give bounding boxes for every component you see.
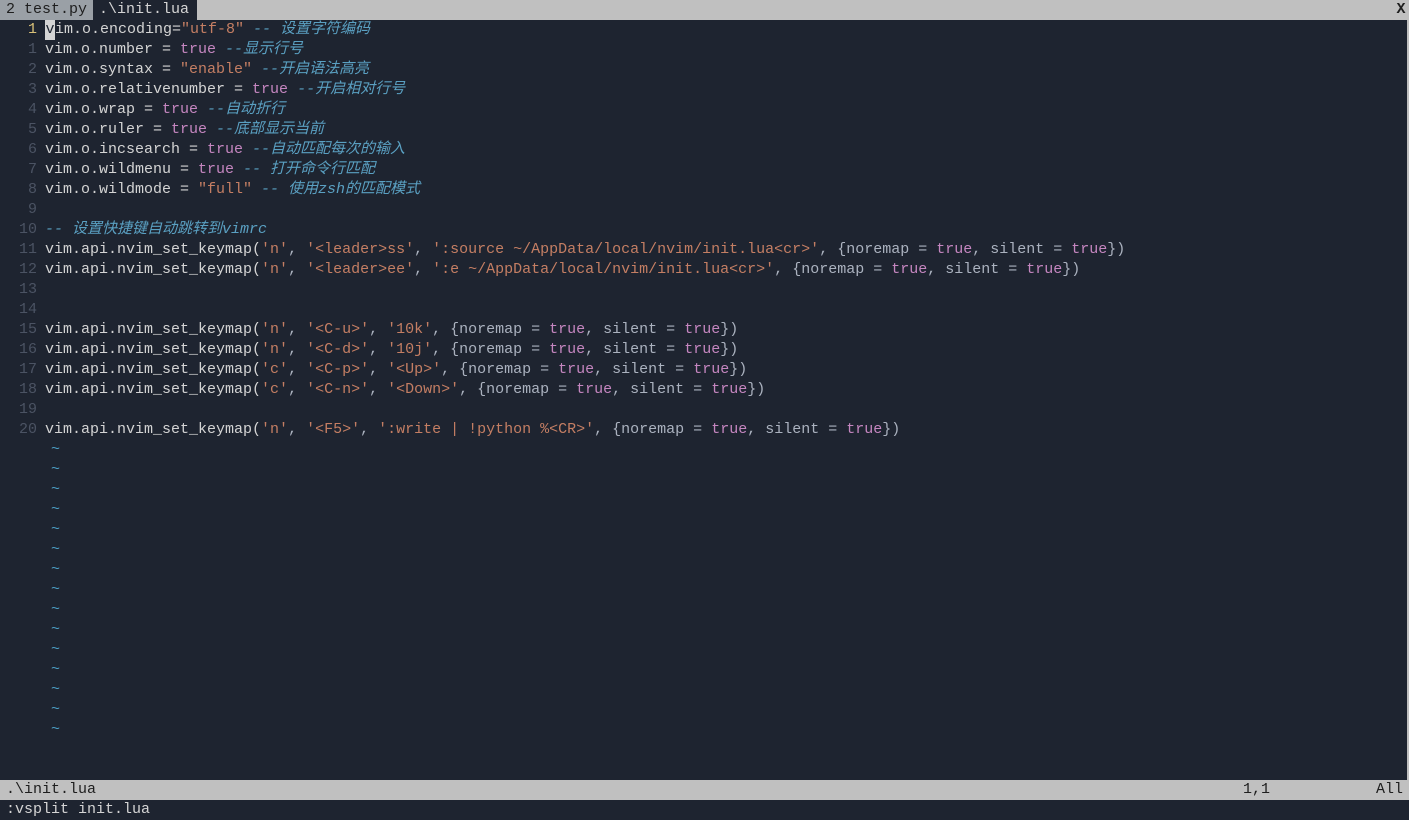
empty-line-tilde: ~ (45, 620, 1407, 640)
code-line[interactable]: vim.api.nvim_set_keymap('n', '<leader>ee… (45, 260, 1407, 280)
close-icon[interactable]: X (1393, 0, 1409, 20)
command-line[interactable]: :vsplit init.lua (0, 800, 1409, 820)
empty-line-tilde: ~ (45, 480, 1407, 500)
line-number: 16 (0, 340, 37, 360)
cursor: v (45, 20, 55, 40)
code-line[interactable]: vim.api.nvim_set_keymap('c', '<C-p>', '<… (45, 360, 1407, 380)
gutter: 1 1234567891011121314151617181920 (0, 20, 45, 780)
line-number: 7 (0, 160, 37, 180)
code-line[interactable]: vim.o.wrap = true --自动折行 (45, 100, 1407, 120)
empty-line-tilde: ~ (45, 560, 1407, 580)
empty-line-tilde: ~ (45, 720, 1407, 740)
status-filename: .\init.lua (6, 780, 1243, 800)
line-number: 12 (0, 260, 37, 280)
line-number: 20 (0, 420, 37, 440)
code-line[interactable]: -- 设置快捷键自动跳转到vimrc (45, 220, 1407, 240)
code-line[interactable]: vim.o.encoding="utf-8" -- 设置字符编码 (45, 20, 1407, 40)
line-number: 8 (0, 180, 37, 200)
code-line[interactable]: vim.o.incsearch = true --自动匹配每次的输入 (45, 140, 1407, 160)
code-line[interactable]: vim.o.relativenumber = true --开启相对行号 (45, 80, 1407, 100)
code-line[interactable] (45, 280, 1407, 300)
empty-line-tilde: ~ (45, 500, 1407, 520)
tab-inactive[interactable]: 2 test.py (0, 0, 93, 20)
empty-line-tilde: ~ (45, 700, 1407, 720)
empty-line-tilde: ~ (45, 440, 1407, 460)
line-number-current: 1 (0, 20, 37, 40)
line-number: 2 (0, 60, 37, 80)
line-number: 6 (0, 140, 37, 160)
code-line[interactable]: vim.o.wildmenu = true -- 打开命令行匹配 (45, 160, 1407, 180)
line-number: 18 (0, 380, 37, 400)
line-number: 13 (0, 280, 37, 300)
empty-line-tilde: ~ (45, 680, 1407, 700)
code-line[interactable]: vim.o.syntax = "enable" --开启语法高亮 (45, 60, 1407, 80)
code-line[interactable]: vim.api.nvim_set_keymap('n', '<C-u>', '1… (45, 320, 1407, 340)
line-number: 17 (0, 360, 37, 380)
line-number: 4 (0, 100, 37, 120)
editor[interactable]: 1 1234567891011121314151617181920 vim.o.… (0, 20, 1409, 780)
code-line[interactable] (45, 400, 1407, 420)
line-number: 15 (0, 320, 37, 340)
empty-line-tilde: ~ (45, 660, 1407, 680)
empty-line-tilde: ~ (45, 640, 1407, 660)
line-number: 9 (0, 200, 37, 220)
code-line[interactable]: vim.api.nvim_set_keymap('c', '<C-n>', '<… (45, 380, 1407, 400)
code-line[interactable]: vim.api.nvim_set_keymap('n', '<F5>', ':w… (45, 420, 1407, 440)
code-line[interactable] (45, 300, 1407, 320)
empty-line-tilde: ~ (45, 580, 1407, 600)
line-number: 19 (0, 400, 37, 420)
empty-line-tilde: ~ (45, 460, 1407, 480)
empty-line-tilde: ~ (45, 600, 1407, 620)
empty-line-tilde: ~ (45, 520, 1407, 540)
code-line[interactable]: vim.o.number = true --显示行号 (45, 40, 1407, 60)
code-line[interactable]: vim.api.nvim_set_keymap('n', '<leader>ss… (45, 240, 1407, 260)
tab-bar: 2 test.py .\init.lua X (0, 0, 1409, 20)
line-number: 1 (0, 40, 37, 60)
code-line[interactable]: vim.o.ruler = true --底部显示当前 (45, 120, 1407, 140)
empty-line-tilde: ~ (45, 540, 1407, 560)
code-area[interactable]: vim.o.encoding="utf-8" -- 设置字符编码vim.o.nu… (45, 20, 1407, 780)
line-number: 3 (0, 80, 37, 100)
code-line[interactable] (45, 200, 1407, 220)
status-position: 1,1 (1243, 780, 1363, 800)
tab-active[interactable]: .\init.lua (93, 0, 197, 20)
status-bar: .\init.lua 1,1 All (0, 780, 1409, 800)
status-percent: All (1363, 780, 1403, 800)
line-number: 14 (0, 300, 37, 320)
code-line[interactable]: vim.o.wildmode = "full" -- 使用zsh的匹配模式 (45, 180, 1407, 200)
line-number: 11 (0, 240, 37, 260)
line-number: 10 (0, 220, 37, 240)
line-number: 5 (0, 120, 37, 140)
code-line[interactable]: vim.api.nvim_set_keymap('n', '<C-d>', '1… (45, 340, 1407, 360)
